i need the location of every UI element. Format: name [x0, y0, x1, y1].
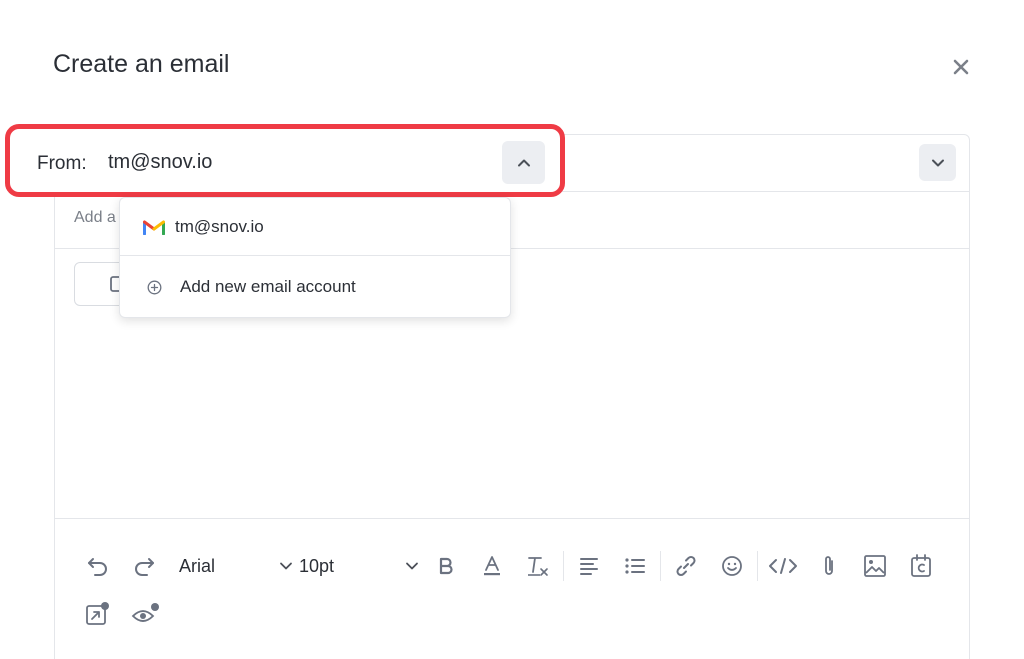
link-icon	[676, 555, 696, 577]
undo-button[interactable]	[81, 551, 115, 581]
external-link-button[interactable]	[81, 599, 115, 629]
bullet-list-icon	[625, 558, 645, 574]
dropdown-account-item[interactable]: tm@snov.io	[120, 198, 510, 256]
from-row-toggle-button[interactable]	[919, 144, 956, 181]
to-placeholder: Add a	[74, 209, 116, 226]
add-email-account-item[interactable]: Add new email account	[120, 256, 510, 318]
font-size-select[interactable]: 10pt	[299, 551, 425, 581]
undo-icon	[88, 558, 107, 576]
from-value: tm@snov.io	[108, 151, 213, 173]
from-dropdown-toggle[interactable]	[502, 141, 545, 184]
chevron-down-icon	[406, 562, 418, 570]
preview-button[interactable]	[129, 599, 163, 629]
body-divider	[55, 518, 969, 519]
close-button[interactable]	[948, 54, 974, 80]
emoji-icon	[722, 556, 742, 576]
from-field-highlight[interactable]: From: tm@snov.io	[5, 124, 565, 197]
paperclip-icon	[825, 556, 833, 575]
modal-title: Create an email	[53, 50, 230, 78]
chevron-down-icon	[931, 159, 944, 166]
editor-toolbar-row-2	[81, 599, 163, 629]
link-button[interactable]	[669, 551, 703, 581]
bold-icon	[439, 557, 453, 575]
emoji-button[interactable]	[715, 551, 749, 581]
close-icon	[953, 59, 969, 75]
code-icon	[769, 558, 797, 574]
attach-button[interactable]	[812, 551, 846, 581]
calendar-button[interactable]	[904, 551, 938, 581]
text-color-icon	[484, 556, 500, 576]
image-icon	[864, 555, 886, 577]
bullet-list-button[interactable]	[618, 551, 652, 581]
from-label: From:	[37, 153, 87, 174]
from-account-dropdown: tm@snov.io Add new email account	[119, 197, 511, 318]
gmail-icon	[143, 220, 165, 235]
font-family-value: Arial	[179, 555, 216, 576]
redo-icon	[135, 558, 154, 576]
code-button[interactable]	[766, 551, 800, 581]
calendar-icon	[911, 554, 931, 577]
toolbar-separator	[660, 551, 661, 581]
clear-format-button[interactable]	[521, 551, 555, 581]
chevron-down-icon	[280, 562, 292, 570]
add-email-account-label: Add new email account	[180, 277, 356, 296]
text-color-button[interactable]	[475, 551, 509, 581]
plus-circle-icon	[147, 280, 162, 294]
chevron-up-icon	[517, 159, 530, 166]
external-link-icon	[86, 602, 109, 625]
align-button[interactable]	[572, 551, 606, 581]
toolbar-separator	[757, 551, 758, 581]
redo-button[interactable]	[127, 551, 161, 581]
image-button[interactable]	[858, 551, 892, 581]
eye-icon	[131, 603, 159, 622]
toolbar-separator	[563, 551, 564, 581]
clear-format-icon	[528, 557, 548, 576]
editor-toolbar: Arial 10pt	[81, 551, 961, 581]
dropdown-account-label: tm@snov.io	[175, 216, 264, 236]
font-size-value: 10pt	[299, 555, 335, 576]
align-left-icon	[580, 558, 598, 575]
bold-button[interactable]	[429, 551, 463, 581]
font-family-select[interactable]: Arial	[169, 551, 299, 581]
